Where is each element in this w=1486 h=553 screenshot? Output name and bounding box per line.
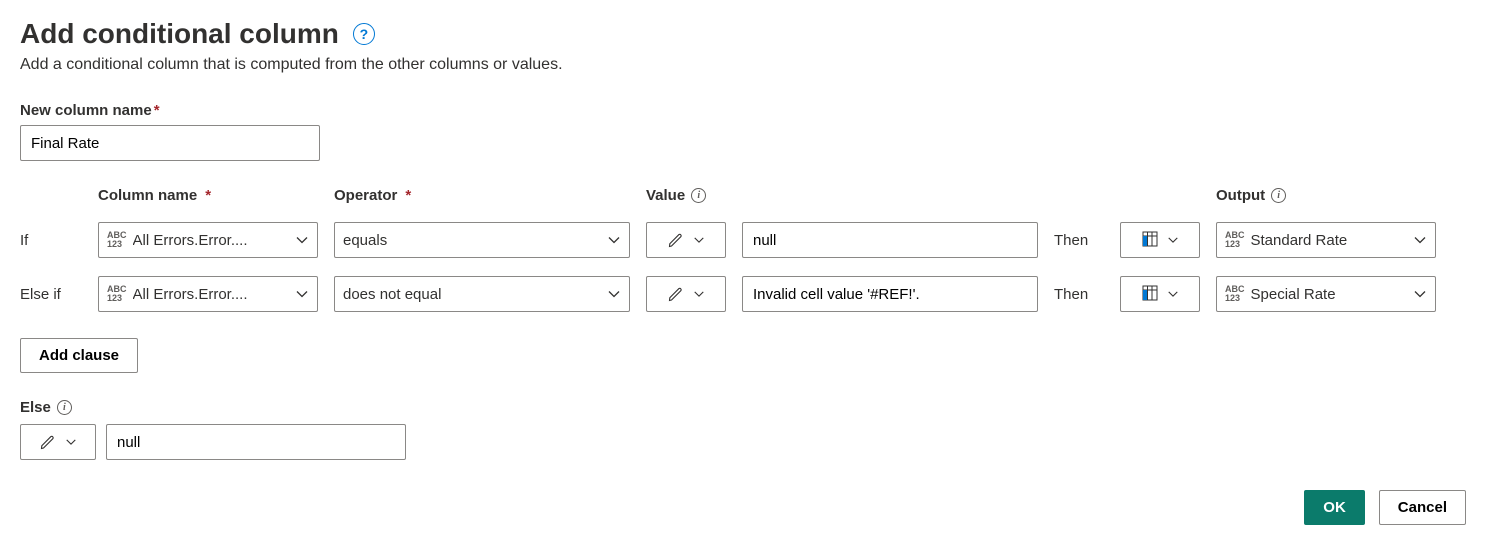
new-column-name-label: New column name* (20, 102, 1466, 119)
output-type-selector[interactable] (1120, 222, 1200, 258)
output-type-selector[interactable] (1120, 276, 1200, 312)
column-name-header: Column name* (98, 187, 318, 204)
value-type-selector[interactable] (646, 276, 726, 312)
operator-dropdown[interactable]: equals (334, 222, 630, 258)
chevron-down-icon (693, 234, 705, 246)
help-icon[interactable]: ? (353, 23, 375, 45)
info-icon[interactable]: i (57, 400, 72, 415)
table-column-icon (1141, 230, 1159, 251)
then-label: Then (1054, 286, 1104, 303)
info-icon[interactable]: i (1271, 188, 1286, 203)
datatype-any-icon: ABC123 (107, 231, 127, 249)
dialog-title: Add conditional column (20, 18, 339, 50)
output-column-dropdown[interactable]: ABC123 Special Rate (1216, 276, 1436, 312)
info-icon[interactable]: i (691, 188, 706, 203)
row-prefix-if: If (20, 232, 82, 249)
row-prefix-elseif: Else if (20, 286, 82, 303)
else-label: Else (20, 399, 51, 416)
operator-dropdown[interactable]: does not equal (334, 276, 630, 312)
output-header: Output i (1216, 187, 1436, 204)
value-header: Value i (646, 187, 726, 204)
chevron-down-icon (1167, 234, 1179, 246)
chevron-down-icon (295, 233, 309, 247)
datatype-any-icon: ABC123 (1225, 285, 1245, 303)
chevron-down-icon (65, 436, 77, 448)
then-label: Then (1054, 232, 1104, 249)
output-column-dropdown[interactable]: ABC123 Standard Rate (1216, 222, 1436, 258)
else-value-input[interactable] (106, 424, 406, 460)
datatype-any-icon: ABC123 (1225, 231, 1245, 249)
pencil-icon (39, 433, 57, 451)
new-column-name-input[interactable] (20, 125, 320, 161)
value-type-selector[interactable] (646, 222, 726, 258)
value-input[interactable] (742, 276, 1038, 312)
ok-button[interactable]: OK (1304, 490, 1365, 525)
else-value-type-selector[interactable] (20, 424, 96, 460)
table-column-icon (1141, 284, 1159, 305)
value-input[interactable] (742, 222, 1038, 258)
add-clause-button[interactable]: Add clause (20, 338, 138, 373)
dialog-subtitle: Add a conditional column that is compute… (20, 56, 1466, 74)
chevron-down-icon (295, 287, 309, 301)
chevron-down-icon (607, 287, 621, 301)
datatype-any-icon: ABC123 (107, 285, 127, 303)
required-asterisk: * (154, 102, 160, 119)
pencil-icon (667, 231, 685, 249)
column-name-dropdown[interactable]: ABC123 All Errors.Error.... (98, 276, 318, 312)
chevron-down-icon (1413, 233, 1427, 247)
chevron-down-icon (607, 233, 621, 247)
cancel-button[interactable]: Cancel (1379, 490, 1466, 525)
chevron-down-icon (1167, 288, 1179, 300)
chevron-down-icon (693, 288, 705, 300)
column-name-dropdown[interactable]: ABC123 All Errors.Error.... (98, 222, 318, 258)
operator-header: Operator* (334, 187, 630, 204)
chevron-down-icon (1413, 287, 1427, 301)
pencil-icon (667, 285, 685, 303)
